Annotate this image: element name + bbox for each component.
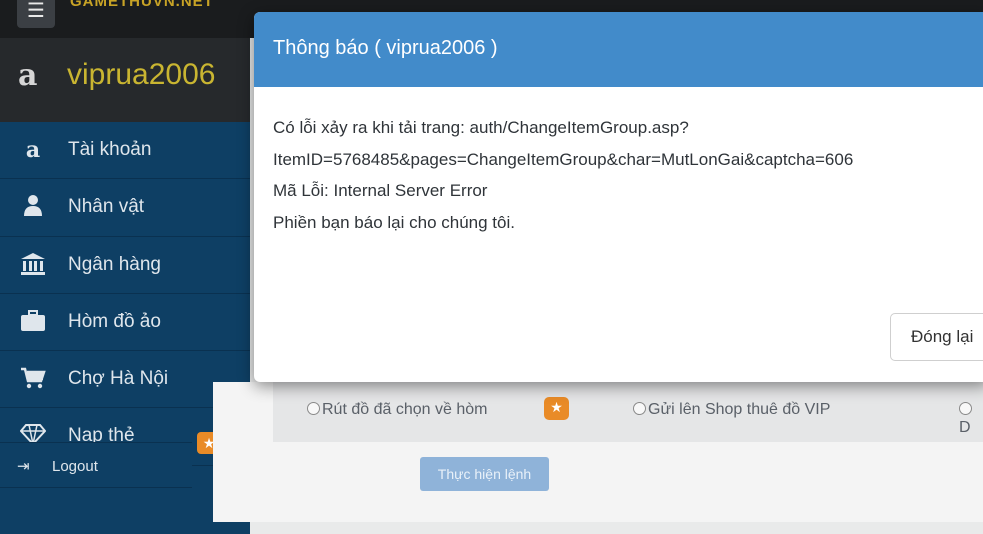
modal-body: Có lỗi xảy ra khi tải trang: auth/Change… <box>273 112 853 238</box>
execute-command-button[interactable]: Thực hiện lệnh <box>420 457 549 491</box>
radio-button[interactable] <box>307 402 320 415</box>
sidebar-item-account[interactable]: a Tài khoản <box>0 122 250 180</box>
close-button[interactable]: Đóng lại <box>890 313 983 361</box>
logout-label: Logout <box>52 458 98 475</box>
radio-button[interactable] <box>959 402 972 415</box>
user-icon <box>20 194 46 220</box>
star-icon: ★ <box>544 397 569 420</box>
username: viprua2006 <box>67 58 216 91</box>
option-label: Gửi lên Shop thuê đồ VIP <box>648 401 831 418</box>
sidebar-item-label: Ngân hàng <box>68 253 161 275</box>
notification-modal: Thông báo ( viprua2006 ) Có lỗi xảy ra k… <box>254 12 983 382</box>
option-label: Rút đồ đã chọn về hòm <box>322 401 488 418</box>
modal-title: Thông báo ( viprua2006 ) <box>273 37 498 59</box>
sidebar-item-characters[interactable]: Nhân vật <box>0 179 250 237</box>
option-label: D <box>959 419 971 436</box>
sidebar-item-label: Tài khoản <box>68 139 152 160</box>
amazon-icon: a <box>25 137 41 163</box>
option-withdraw-to-chest[interactable]: Rút đồ đã chọn về hòm <box>307 401 487 419</box>
option-send-to-vip-shop[interactable]: Gửi lên Shop thuê đồ VIP <box>633 401 830 419</box>
briefcase-icon <box>20 309 46 335</box>
cart-icon <box>20 366 46 392</box>
option-third[interactable]: D <box>959 401 983 437</box>
error-request-line: Phiền bạn báo lại cho chúng tôi. <box>273 212 515 232</box>
radio-button[interactable] <box>633 402 646 415</box>
error-code-line: Mã Lỗi: Internal Server Error <box>273 181 488 200</box>
logout-link[interactable]: ⇥ Logout <box>0 442 192 488</box>
sidebar-item-bank[interactable]: Ngân hàng <box>0 237 250 294</box>
error-message-line: ItemID=5768485&pages=ChangeItemGroup&cha… <box>273 149 854 169</box>
sidebar-item-label: Chợ Hà Nội <box>68 368 169 390</box>
bank-icon <box>20 252 46 278</box>
hamburger-icon[interactable]: ☰ <box>17 0 55 28</box>
error-message-line: Có lỗi xảy ra khi tải trang: auth/Change… <box>273 118 689 137</box>
sidebar-item-virtual-chest[interactable]: Hòm đồ ảo <box>0 294 250 352</box>
sidebar-item-label: Nhân vật <box>68 196 145 218</box>
user-header: a viprua2006 <box>0 38 250 122</box>
amazon-icon: a <box>18 58 38 93</box>
modal-header: Thông báo ( viprua2006 ) <box>254 12 983 87</box>
sign-out-icon: ⇥ <box>17 458 30 475</box>
sidebar-item-label: Hòm đồ ảo <box>68 310 161 332</box>
site-logo[interactable]: GAMETHUVN.NET <box>70 0 214 10</box>
